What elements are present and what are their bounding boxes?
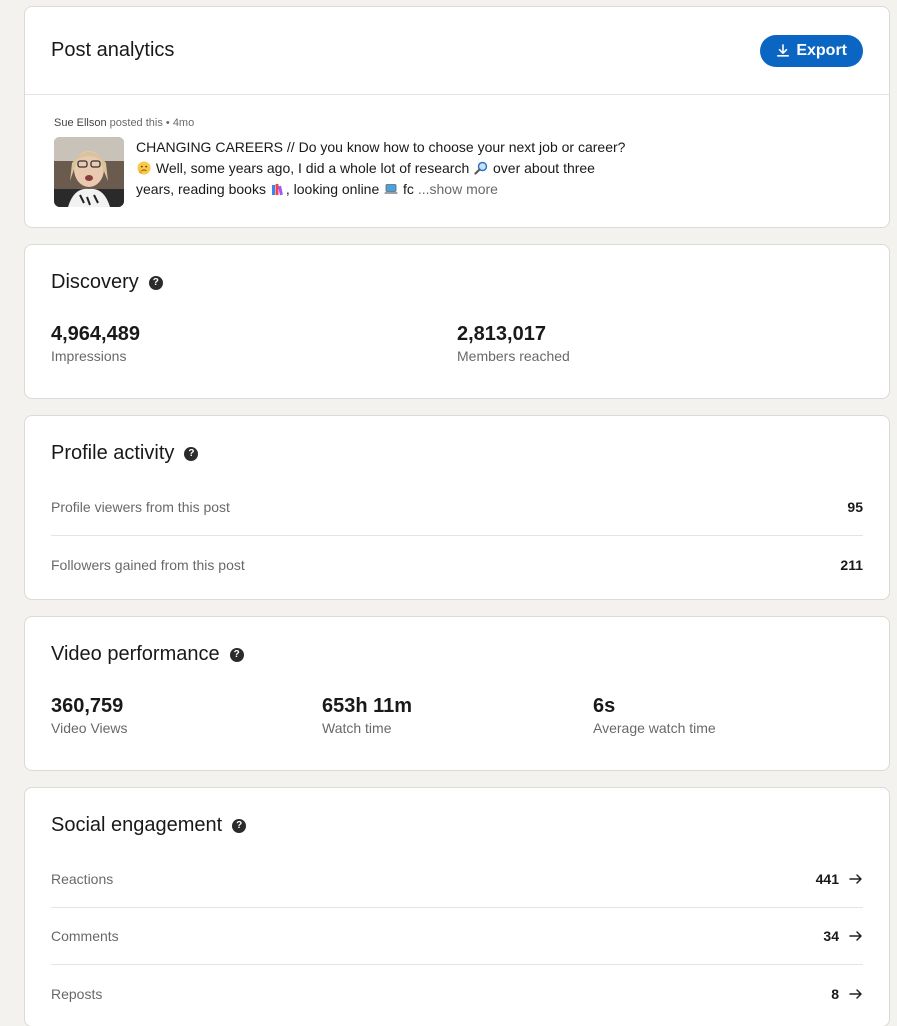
discovery-card: Discovery ? 4,964,489 Impressions 2,813,… (24, 244, 890, 399)
profile-activity-card: Profile activity ? Profile viewers from … (24, 415, 890, 600)
post-preview[interactable]: Sue Ellson posted this • 4mo CHANGING CA… (25, 95, 889, 227)
discovery-title-text: Discovery (51, 271, 139, 293)
metric-value: 6s (593, 695, 616, 717)
header: Post analytics Export (25, 7, 889, 95)
video-views-metric: 360,759 Video Views (51, 694, 322, 736)
arrow-right-icon[interactable] (849, 988, 863, 1000)
row-value: 34 (823, 928, 863, 944)
arrow-right-icon[interactable] (849, 873, 863, 885)
profile-activity-title-text: Profile activity (51, 442, 175, 464)
row-value-text: 441 (815, 871, 839, 887)
row-label: Profile viewers from this post (51, 499, 230, 515)
page-title: Post analytics (51, 39, 175, 61)
metric-label: Video Views (51, 720, 128, 736)
row-value-text: 8 (831, 985, 839, 1002)
export-button-label: Export (796, 41, 847, 59)
post-analytics-card: Post analytics Export Sue Ellson posted … (24, 6, 890, 228)
video-performance-card: Video performance ? 360,759 Video Views … (24, 616, 890, 771)
metric-label: Average watch time (593, 720, 716, 736)
post-text: CHANGING CAREERS // Do you know how to c… (136, 137, 626, 200)
thinking-face-icon (137, 161, 151, 175)
row-label: Comments (51, 928, 119, 944)
post-meta: Sue Ellson posted this • 4mo (54, 117, 863, 129)
metric-label: Watch time (322, 720, 392, 736)
post-text-part: , looking online (285, 181, 384, 197)
post-text-part: fc (399, 181, 418, 197)
followers-gained-row: Followers gained from this post 211 (51, 536, 863, 593)
magnifying-glass-icon (474, 161, 488, 175)
metric-value: 2,813,017 (457, 323, 546, 345)
metric-value: 653h 11m (322, 695, 413, 717)
metric-value: 4,964,489 (51, 323, 140, 345)
social-engagement-title-text: Social engagement (51, 814, 223, 836)
metric-label: Members reached (457, 348, 570, 364)
comments-row[interactable]: Comments 34 (51, 908, 863, 965)
row-value: 95 (847, 499, 863, 515)
arrow-right-icon[interactable] (849, 930, 863, 942)
metric-label: Impressions (51, 348, 127, 364)
metric-value: 360,759 (51, 695, 124, 717)
post-body: CHANGING CAREERS // Do you know how to c… (54, 137, 863, 207)
reposts-row[interactable]: Reposts 8 (51, 965, 863, 1022)
reactions-row[interactable]: Reactions 441 (51, 851, 863, 908)
members-reached-metric: 2,813,017 Members reached (457, 322, 570, 364)
row-label: Reactions (51, 871, 114, 887)
social-engagement-title: Social engagement ? (51, 814, 863, 837)
row-value-text: 34 (823, 928, 839, 944)
discovery-title: Discovery ? (51, 271, 863, 294)
profile-viewers-row: Profile viewers from this post 95 (51, 479, 863, 536)
discovery-metrics: 4,964,489 Impressions 2,813,017 Members … (51, 322, 863, 364)
post-thumbnail[interactable] (54, 137, 124, 207)
row-value: 211 (840, 556, 863, 573)
show-more-link[interactable]: ...show more (418, 181, 498, 197)
video-performance-title: Video performance ? (51, 643, 863, 666)
books-icon (271, 184, 283, 196)
help-icon[interactable]: ? (148, 275, 163, 290)
row-value: 441 (816, 871, 863, 887)
impressions-metric: 4,964,489 Impressions (51, 322, 457, 364)
row-label: Reposts (51, 985, 103, 1002)
post-meta-suffix: posted this • 4mo (106, 117, 195, 129)
social-engagement-card: Social engagement ? Reactions 441 Commen… (24, 787, 890, 1026)
profile-activity-title: Profile activity ? (51, 442, 863, 465)
help-icon[interactable]: ? (232, 818, 247, 833)
profile-activity-rows: Profile viewers from this post 95 Follow… (51, 479, 863, 593)
laptop-icon (384, 184, 398, 194)
post-text-part: CHANGING CAREERS // Do you know how to c… (136, 139, 626, 155)
average-watch-time-metric: 6s Average watch time (593, 694, 716, 736)
watch-time-metric: 653h 11m Watch time (322, 694, 593, 736)
post-analytics-page: Post analytics Export Sue Ellson posted … (0, 0, 897, 1026)
help-icon[interactable]: ? (229, 647, 244, 662)
row-label: Followers gained from this post (51, 556, 245, 573)
row-value: 8 (831, 986, 863, 1002)
post-thumbnail-image (54, 137, 124, 207)
post-author[interactable]: Sue Ellson (54, 117, 107, 129)
video-metrics: 360,759 Video Views 653h 11m Watch time … (51, 694, 863, 736)
video-performance-title-text: Video performance (51, 643, 220, 665)
post-text-part: Well, some years ago, I did a whole lot … (152, 160, 474, 176)
help-icon[interactable]: ? (184, 446, 199, 461)
download-icon (777, 43, 790, 57)
social-engagement-rows: Reactions 441 Comments 34 Reposts 8 (51, 851, 863, 1022)
export-button[interactable]: Export (760, 34, 863, 67)
